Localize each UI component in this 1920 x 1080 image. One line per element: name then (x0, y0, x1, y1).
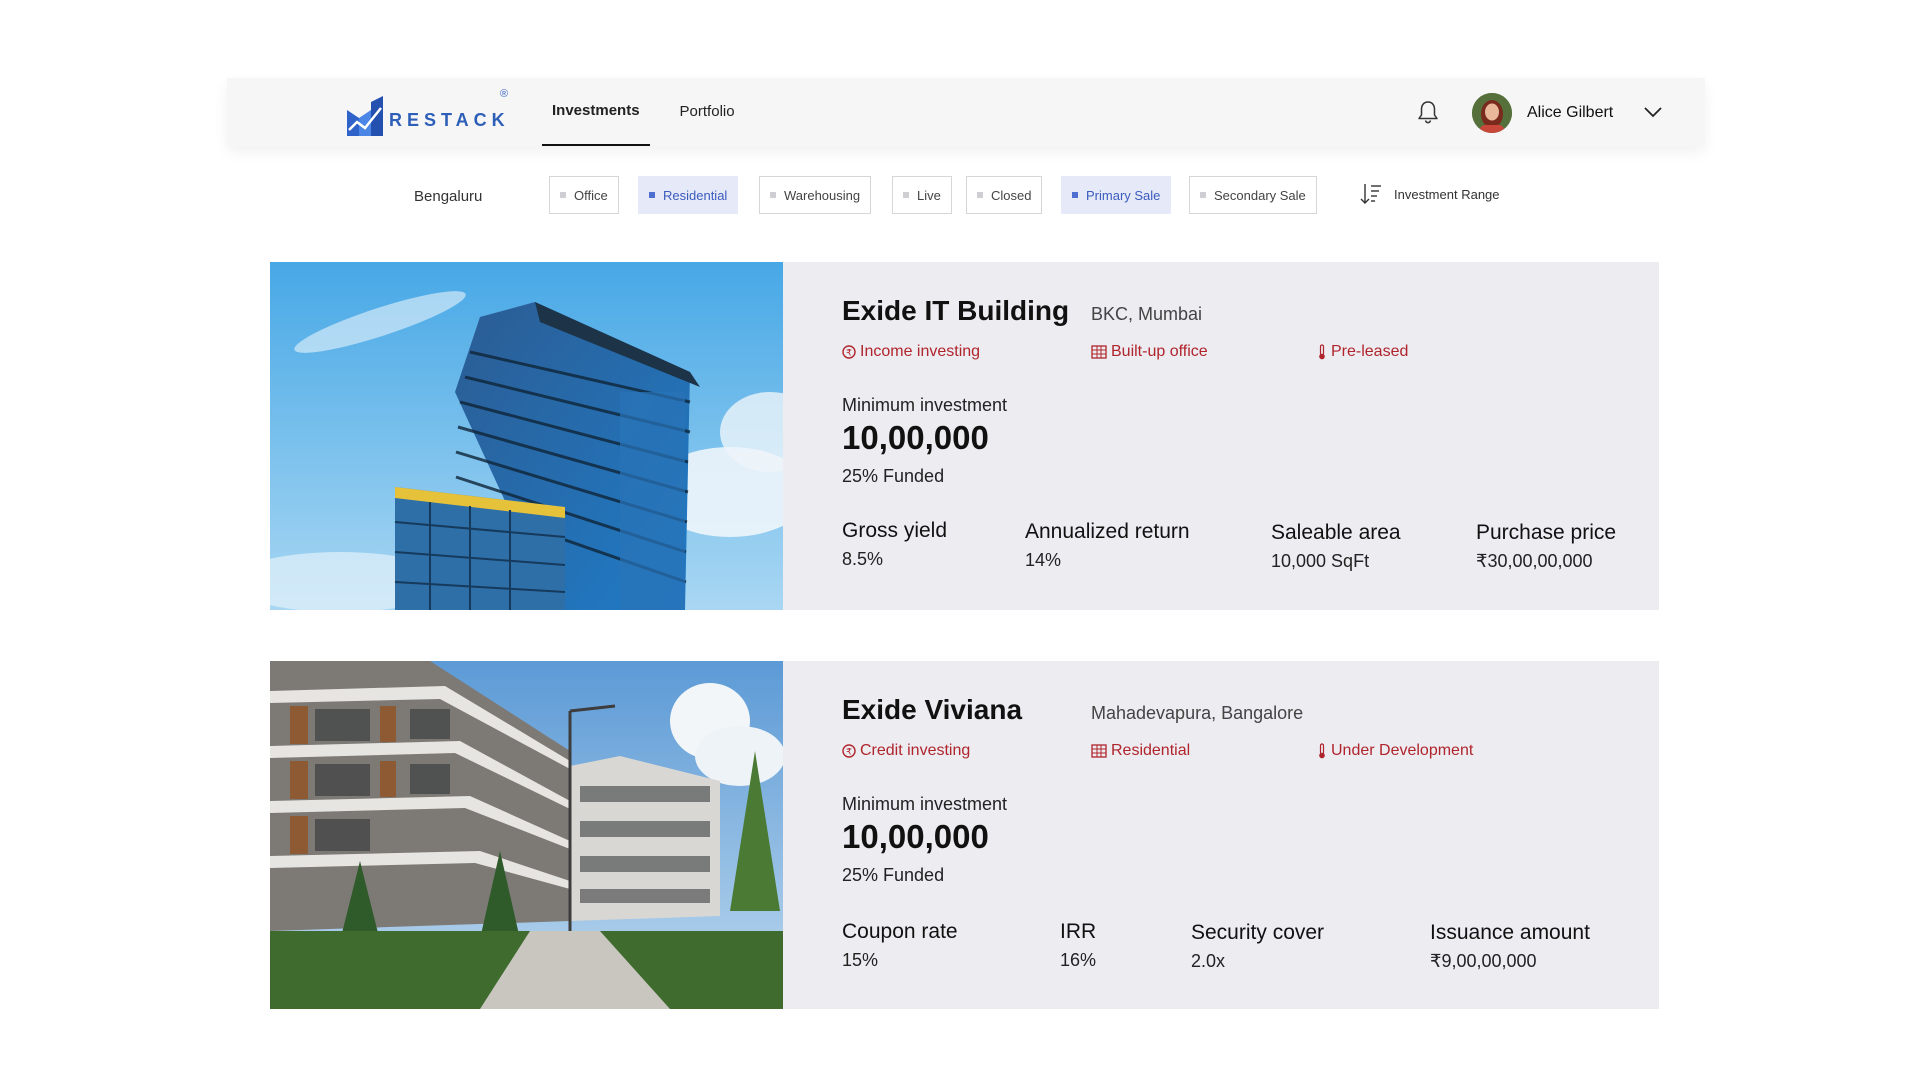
chevron-down-icon[interactable] (1643, 102, 1663, 127)
investment-type-tag: ₹ Credit investing (842, 742, 970, 760)
property-card[interactable]: Exide Viviana Mahadevapura, Bangalore ₹ … (270, 661, 1659, 1009)
filter-chip-secondary-sale[interactable]: Secondary Sale (1189, 176, 1317, 214)
property-location: BKC, Mumbai (1091, 304, 1203, 324)
tag-label: Residential (1111, 742, 1191, 759)
metric-label: Saleable area (1271, 521, 1401, 544)
chip-label: Office (574, 187, 608, 203)
sort-icon (1360, 184, 1381, 204)
investment-range-label: Investment Range (1394, 186, 1500, 202)
min-investment-label: Minimum investment (842, 794, 1008, 814)
chip-dot (1200, 192, 1206, 198)
metric-annualized-return: Annualized return 14% (1025, 520, 1190, 571)
filter-chip-closed[interactable]: Closed (966, 176, 1043, 214)
metric-gross-yield: Gross yield 8.5% (842, 519, 947, 570)
chip-label: Secondary Sale (1214, 187, 1306, 203)
metric-label: Purchase price (1476, 521, 1617, 544)
chip-label: Live (917, 187, 941, 203)
metric-value: 2.0x (1191, 951, 1226, 971)
metric-label: IRR (1060, 920, 1097, 943)
status-tag: Under Development (1317, 742, 1473, 760)
chip-dot (903, 192, 909, 198)
avatar[interactable] (1472, 93, 1512, 133)
asset-type-tag: Built-up office (1091, 343, 1208, 361)
metric-value: 8.5% (842, 549, 884, 569)
investment-range-sort[interactable]: Investment Range (1360, 182, 1500, 206)
restack-logo[interactable]: RESTACK ® (347, 88, 510, 136)
tag-label: Credit investing (860, 742, 971, 759)
funded-status: 25% Funded (842, 865, 945, 885)
metric-label: Coupon rate (842, 920, 958, 943)
status-tag: Pre-leased (1317, 343, 1408, 361)
user-name[interactable]: Alice Gilbert (1527, 104, 1613, 122)
tag-label: Built-up office (1111, 343, 1208, 360)
chip-label: Closed (991, 187, 1032, 203)
metric-label: Annualized return (1025, 520, 1190, 543)
chip-label: Residential (663, 187, 728, 203)
nav-investments[interactable]: Investments (542, 78, 650, 146)
metric-value: 10,000 SqFt (1271, 551, 1370, 571)
top-header: RESTACK ® Investments Portfolio Alice Gi… (227, 78, 1705, 146)
property-details: Exide IT Building BKC, Mumbai ₹ Income i… (783, 262, 1659, 610)
filter-chip-residential[interactable]: Residential (638, 176, 739, 214)
metric-coupon-rate: Coupon rate 15% (842, 920, 958, 971)
chip-dot (770, 192, 776, 198)
svg-text:₹: ₹ (846, 349, 852, 359)
tag-label: Under Development (1331, 742, 1474, 759)
chip-dot (560, 192, 566, 198)
min-investment-value: 10,00,000 (842, 419, 989, 456)
building-icon (1091, 345, 1107, 359)
property-location: Mahadevapura, Bangalore (1091, 703, 1304, 723)
restack-logo-mark-icon (347, 96, 383, 136)
filter-chip-primary-sale[interactable]: Primary Sale (1061, 176, 1172, 214)
metric-issuance-amount: Issuance amount ₹9,00,00,000 (1430, 921, 1590, 972)
building-icon (1091, 744, 1107, 758)
tag-label: Income investing (860, 343, 981, 360)
filter-chip-office[interactable]: Office (549, 176, 619, 214)
main-nav: Investments Portfolio (542, 78, 745, 146)
metric-saleable-area: Saleable area 10,000 SqFt (1271, 521, 1401, 572)
city-selector[interactable]: Bengaluru (414, 188, 482, 205)
metric-value: ₹30,00,00,000 (1476, 551, 1593, 571)
filter-chip-warehousing[interactable]: Warehousing (759, 176, 872, 214)
asset-type-tag: Residential (1091, 742, 1190, 760)
metric-security-cover: Security cover 2.0x (1191, 921, 1324, 972)
tag-label: Pre-leased (1331, 343, 1409, 360)
logo-wordmark: RESTACK (389, 110, 510, 130)
rupee-circle-icon: ₹ (842, 345, 856, 359)
metric-label: Issuance amount (1430, 921, 1590, 944)
rupee-circle-icon: ₹ (842, 744, 856, 758)
chip-dot (1072, 192, 1078, 198)
chip-label: Primary Sale (1086, 187, 1161, 203)
chip-dot (649, 192, 655, 198)
thermometer-icon (1319, 743, 1325, 759)
nav-portfolio[interactable]: Portfolio (670, 78, 745, 146)
metric-label: Security cover (1191, 921, 1325, 944)
metric-value: ₹9,00,00,000 (1430, 951, 1537, 971)
property-name[interactable]: Exide Viviana (842, 694, 1022, 726)
investment-type-tag: ₹ Income investing (842, 343, 980, 361)
metric-value: 14% (1025, 550, 1062, 570)
metric-value: 16% (1060, 950, 1097, 970)
chip-dot (977, 192, 983, 198)
min-investment-label: Minimum investment (842, 395, 1008, 415)
chip-label: Warehousing (784, 187, 861, 203)
min-investment-value: 10,00,000 (842, 818, 989, 855)
property-name[interactable]: Exide IT Building (842, 295, 1069, 327)
property-image[interactable] (270, 262, 783, 610)
property-details: Exide Viviana Mahadevapura, Bangalore ₹ … (783, 661, 1659, 1009)
metric-irr: IRR 16% (1060, 920, 1096, 971)
registered-mark: ® (500, 88, 509, 100)
property-image[interactable] (270, 661, 783, 1009)
thermometer-icon (1319, 344, 1325, 360)
filter-chip-live[interactable]: Live (892, 176, 952, 214)
metric-value: 15% (842, 950, 879, 970)
filter-bar: Bengaluru Office Residential Warehousing… (0, 176, 1920, 216)
svg-text:₹: ₹ (846, 748, 852, 758)
metric-purchase-price: Purchase price ₹30,00,00,000 (1476, 521, 1616, 572)
metric-label: Gross yield (842, 519, 948, 542)
bell-icon[interactable] (1417, 100, 1439, 129)
property-card[interactable]: Exide IT Building BKC, Mumbai ₹ Income i… (270, 262, 1659, 610)
funded-status: 25% Funded (842, 466, 945, 486)
